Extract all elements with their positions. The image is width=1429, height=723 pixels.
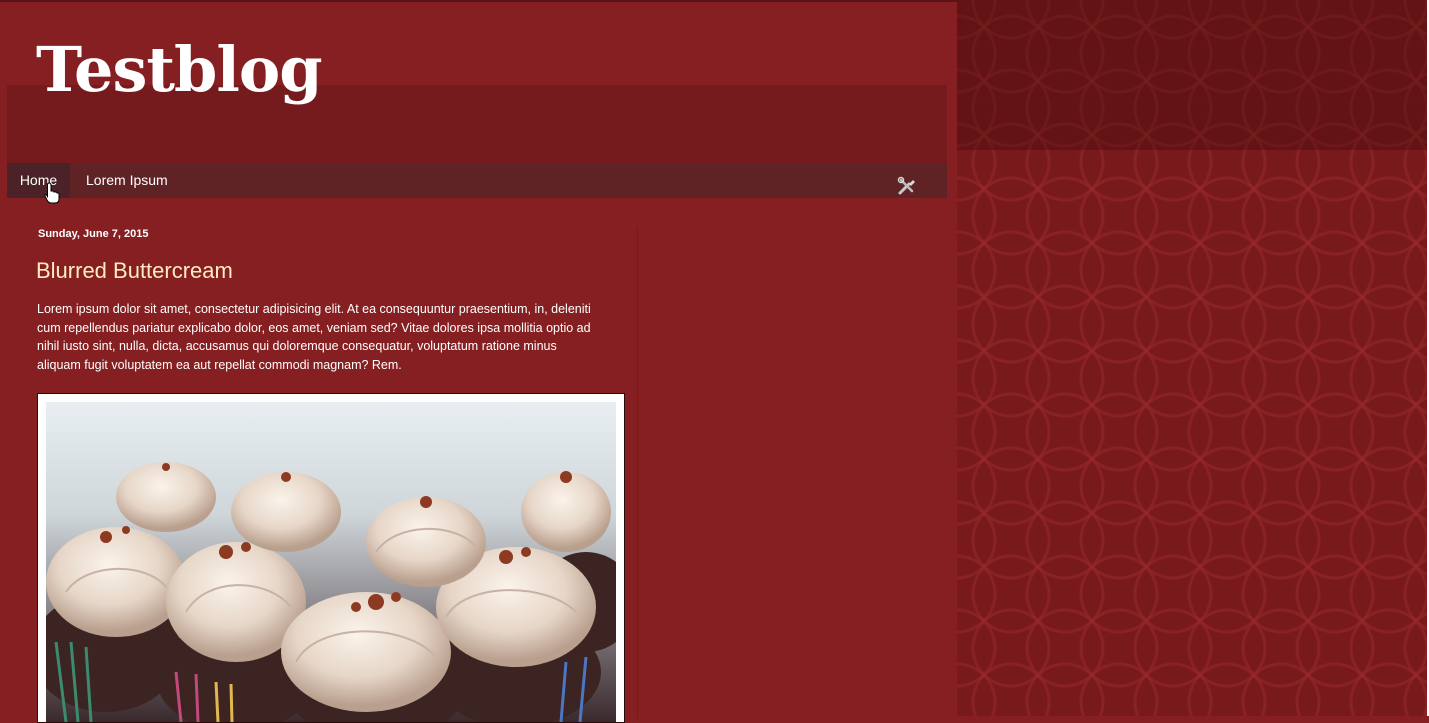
post-title[interactable]: Blurred Buttercream: [36, 258, 233, 284]
post-body: Lorem ipsum dolor sit amet, consectetur …: [37, 302, 591, 372]
main-content: Testblog Home Lorem Ipsum Sunday, June 7…: [0, 0, 957, 723]
tabs-bar: Home Lorem Ipsum: [7, 163, 947, 198]
tab-lorem-ipsum[interactable]: Lorem Ipsum: [86, 163, 168, 198]
tab-home[interactable]: Home: [7, 163, 70, 198]
hand-cursor-icon: [44, 182, 60, 204]
post-date: Sunday, June 7, 2015: [38, 228, 149, 240]
background-shade: [957, 0, 1429, 150]
wrench-screwdriver-icon[interactable]: [897, 176, 917, 196]
post-image-frame: [37, 393, 625, 723]
cupcakes-photo[interactable]: [46, 402, 616, 722]
blog-title[interactable]: Testblog: [36, 30, 323, 110]
column-divider: [637, 227, 638, 718]
background-pattern: [957, 0, 1429, 716]
